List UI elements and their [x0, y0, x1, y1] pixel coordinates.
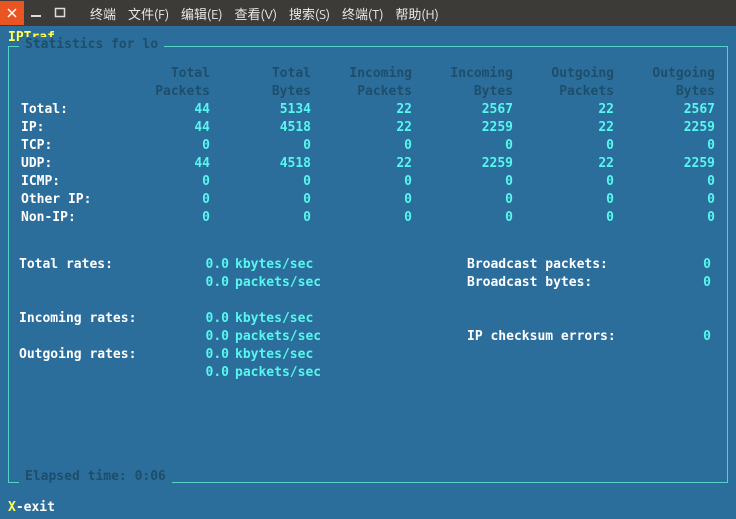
terminal-area: IPTraf Statistics for lo Total Total Inc… [0, 26, 736, 519]
bc-packets-val: 0 [657, 257, 717, 272]
close-button[interactable] [0, 1, 24, 25]
box-title: Statistics for lo [19, 37, 164, 52]
outgoing-rate-pk: 0.0 [169, 365, 229, 380]
row-nonip: Non-IP: 0 0 0 0 0 0 [15, 209, 721, 227]
header-row-2: Packets Bytes Packets Bytes Packets Byte… [15, 83, 721, 101]
incoming-rate-pk: 0.0 [169, 329, 229, 344]
menu-terminal2[interactable]: 终端(T) [342, 4, 383, 23]
menu-edit[interactable]: 编辑(E) [181, 4, 222, 23]
total-rate-pk: 0.0 [169, 275, 229, 290]
menu-view[interactable]: 查看(V) [235, 4, 277, 23]
menu-file[interactable]: 文件(F) [128, 4, 169, 23]
elapsed-time: Elapsed time: 0:06 [19, 469, 172, 484]
outgoing-rates-label: Outgoing rates: [19, 347, 169, 362]
stats-table: Total Total Incoming Incoming Outgoing O… [15, 65, 721, 227]
cksum-val: 0 [657, 329, 717, 344]
stats-box: Statistics for lo Total Total Incoming I… [8, 46, 728, 483]
menu-help[interactable]: 帮助(H) [395, 4, 438, 23]
exit-key[interactable]: X [8, 500, 16, 515]
window-titlebar: 终端 文件(F) 编辑(E) 查看(V) 搜索(S) 终端(T) 帮助(H) [0, 0, 736, 26]
total-rate-kb: 0.0 [169, 257, 229, 272]
minimize-button[interactable] [24, 1, 48, 25]
incoming-rate-kb: 0.0 [169, 311, 229, 326]
cksum-label: IP checksum errors: [467, 329, 657, 344]
menu-terminal[interactable]: 终端 [90, 4, 116, 23]
exit-label: -exit [16, 500, 55, 515]
row-icmp: ICMP: 0 0 0 0 0 0 [15, 173, 721, 191]
row-ip: IP: 44 4518 22 2259 22 2259 [15, 119, 721, 137]
bc-bytes-label: Broadcast bytes: [467, 275, 657, 290]
menu-search[interactable]: 搜索(S) [289, 4, 330, 23]
incoming-rates-label: Incoming rates: [19, 311, 169, 326]
row-udp: UDP: 44 4518 22 2259 22 2259 [15, 155, 721, 173]
row-tcp: TCP: 0 0 0 0 0 0 [15, 137, 721, 155]
total-rates-label: Total rates: [19, 257, 169, 272]
bc-packets-label: Broadcast packets: [467, 257, 657, 272]
header-row-1: Total Total Incoming Incoming Outgoing O… [15, 65, 721, 83]
bc-bytes-val: 0 [657, 275, 717, 290]
outgoing-rate-kb: 0.0 [169, 347, 229, 362]
footer-hint: X-exit [8, 500, 55, 515]
row-otherip: Other IP: 0 0 0 0 0 0 [15, 191, 721, 209]
maximize-button[interactable] [48, 1, 72, 25]
row-total: Total: 44 5134 22 2567 22 2567 [15, 101, 721, 119]
rates-section: Total rates: 0.0 kbytes/sec Broadcast pa… [19, 257, 717, 383]
menubar: 终端 文件(F) 编辑(E) 查看(V) 搜索(S) 终端(T) 帮助(H) [72, 4, 736, 23]
